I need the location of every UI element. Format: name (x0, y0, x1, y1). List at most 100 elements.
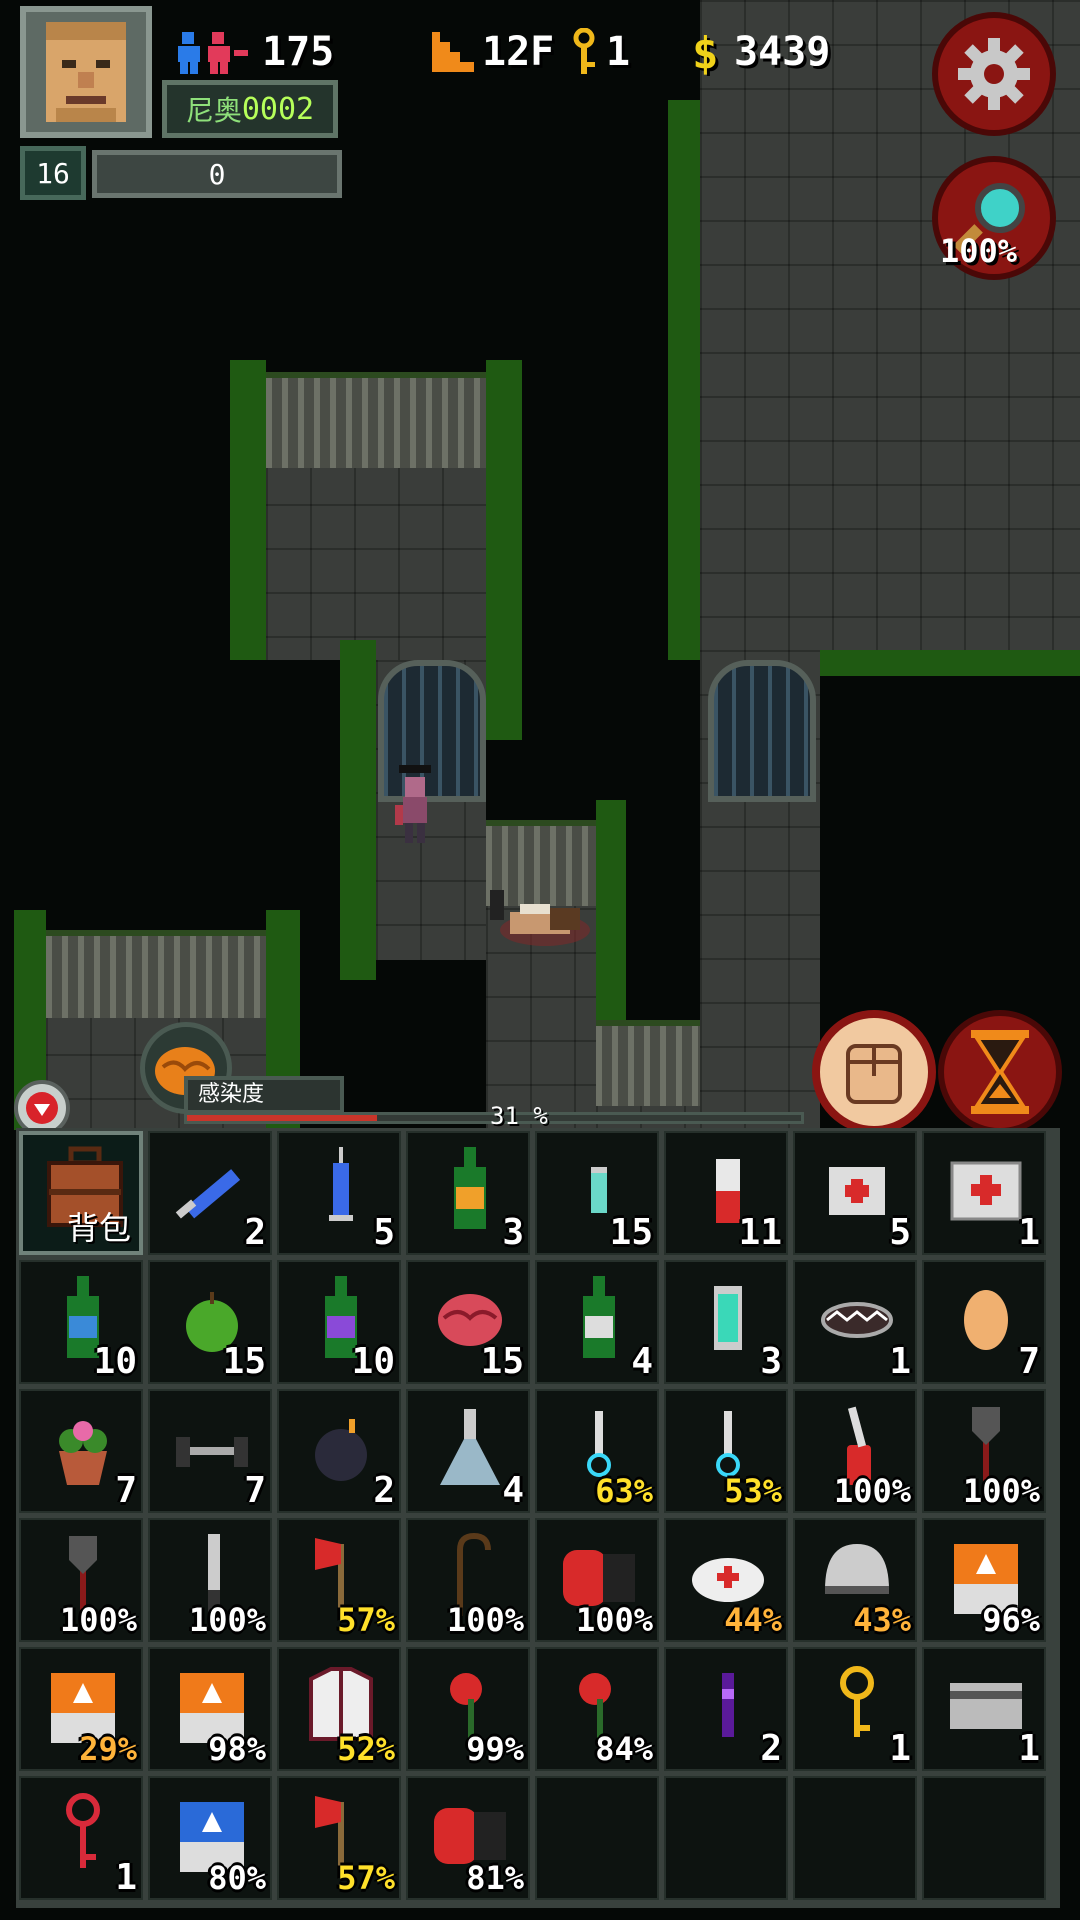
item-quantity: 84% (595, 1730, 653, 1768)
inventory-slot[interactable]: 81% (406, 1776, 530, 1900)
inventory-slot[interactable]: 5 (277, 1131, 401, 1255)
item-quantity: 52% (337, 1730, 395, 1768)
inventory-slot[interactable]: 57% (277, 1518, 401, 1642)
inventory-slot[interactable]: 100% (922, 1389, 1046, 1513)
fist-icon (846, 1044, 902, 1104)
backpack-label: 背包 (66, 1209, 131, 1247)
floor-value: 12F (482, 29, 555, 75)
item-quantity: 29% (79, 1730, 137, 1768)
large-syringe-icon (175, 1169, 241, 1219)
item-quantity: 15 (480, 1341, 524, 1382)
inventory-slot[interactable]: 43% (793, 1518, 917, 1642)
moss-edge (230, 360, 266, 660)
inventory-slot[interactable]: 99% (406, 1647, 530, 1771)
railing-wall (266, 372, 486, 468)
moss-edge (820, 650, 1080, 676)
item-quantity: 100% (446, 1601, 524, 1639)
inventory-slot[interactable]: 4 (535, 1260, 659, 1384)
backpack-button[interactable]: 背包 (19, 1131, 143, 1255)
inventory-slot[interactable]: 7 (148, 1389, 272, 1513)
inventory-slot[interactable]: 52% (277, 1647, 401, 1771)
inventory-slot[interactable]: 3 (664, 1260, 788, 1384)
inventory-slot[interactable]: 15 (535, 1131, 659, 1255)
bandage-box-icon (829, 1167, 885, 1215)
item-quantity: 3 (760, 1341, 782, 1382)
railing-wall (596, 1020, 700, 1106)
inventory-slot[interactable]: 1 (922, 1131, 1046, 1255)
railing-wall (46, 930, 266, 1018)
player-portrait[interactable] (20, 6, 152, 138)
item-quantity: 2 (373, 1470, 395, 1511)
inventory-slot[interactable]: 100% (793, 1389, 917, 1513)
money-counter: $ 3439 (688, 22, 830, 82)
inventory-slot[interactable]: 2 (148, 1131, 272, 1255)
attack-button[interactable] (812, 1010, 936, 1134)
iron-gate[interactable] (708, 660, 816, 802)
first-aid-kit-icon (950, 1161, 1022, 1221)
item-quantity: 7 (1018, 1341, 1040, 1382)
inventory-slot[interactable]: 84% (535, 1647, 659, 1771)
inventory-slot[interactable]: 10 (19, 1260, 143, 1384)
inventory-slot-empty[interactable] (664, 1776, 788, 1900)
item-quantity: 1 (1018, 1212, 1040, 1253)
inventory-slot[interactable]: 1 (793, 1260, 917, 1384)
item-quantity: 4 (502, 1470, 524, 1511)
inventory-slot[interactable]: 11 (664, 1131, 788, 1255)
experience-value: 0 (208, 157, 226, 191)
inventory-slot[interactable]: 57% (277, 1776, 401, 1900)
inventory-slot-empty[interactable] (793, 1776, 917, 1900)
inventory-slot[interactable]: 29% (19, 1647, 143, 1771)
inventory-slot[interactable]: 100% (535, 1518, 659, 1642)
corpse[interactable] (490, 890, 590, 950)
inventory-slot[interactable]: 98% (148, 1647, 272, 1771)
inventory-slot[interactable]: 2 (277, 1389, 401, 1513)
floor-counter: 12F (430, 22, 554, 82)
settings-button[interactable] (932, 12, 1056, 136)
svg-text:$: $ (692, 28, 719, 76)
item-quantity: 2 (244, 1212, 266, 1253)
item-quantity: 15 (222, 1341, 266, 1382)
inventory-slot-empty[interactable] (535, 1776, 659, 1900)
inventory-slot[interactable]: 1 (922, 1647, 1046, 1771)
floor-area (266, 460, 486, 660)
inventory-slot[interactable]: 15 (148, 1260, 272, 1384)
inventory-slot[interactable]: 80% (148, 1776, 272, 1900)
inventory-slot[interactable]: 1 (19, 1776, 143, 1900)
moss-edge (596, 800, 626, 1020)
inventory-slot[interactable]: 53% (664, 1389, 788, 1513)
inventory-slot[interactable]: 7 (922, 1260, 1046, 1384)
inventory-slot[interactable]: 100% (148, 1518, 272, 1642)
item-quantity: 100% (575, 1601, 653, 1639)
inventory-slot[interactable]: 100% (19, 1518, 143, 1642)
inventory-slot[interactable]: 63% (535, 1389, 659, 1513)
inventory-slot[interactable]: 3 (406, 1131, 530, 1255)
moss-edge (668, 100, 700, 660)
inventory-slot[interactable]: 44% (664, 1518, 788, 1642)
inventory-slot[interactable]: 7 (19, 1389, 143, 1513)
stairs-icon (432, 32, 474, 72)
inventory-slot[interactable]: 1 (793, 1647, 917, 1771)
avatar (46, 22, 126, 122)
inventory-slot[interactable]: 5 (793, 1131, 917, 1255)
green-bottle-icon (583, 1276, 615, 1358)
infection-percent: 31 % (490, 1102, 548, 1130)
inventory-slot[interactable]: 100% (406, 1518, 530, 1642)
item-quantity: 100% (833, 1472, 911, 1510)
item-quantity: 44% (724, 1601, 782, 1639)
inventory-grid: 背包 2 5 3 15 11 5 1 10 15 10 15 4 3 1 7 7 7 2 4 63% 53% 100% 10… (16, 1128, 1049, 1903)
wait-button[interactable] (938, 1010, 1062, 1134)
inventory-slot[interactable]: 15 (406, 1260, 530, 1384)
zombie-enemy[interactable] (395, 765, 435, 845)
inventory-slot[interactable]: 2 (664, 1647, 788, 1771)
moss-edge (340, 640, 376, 980)
item-quantity: 100% (59, 1601, 137, 1639)
item-quantity: 1 (1018, 1728, 1040, 1769)
bomb-icon (315, 1419, 367, 1481)
inventory-slot-empty[interactable] (922, 1776, 1046, 1900)
item-quantity: 81% (466, 1859, 524, 1897)
inventory-slot[interactable]: 96% (922, 1518, 1046, 1642)
item-quantity: 80% (208, 1859, 266, 1897)
arrow-down-icon (26, 1092, 58, 1124)
inventory-slot[interactable]: 10 (277, 1260, 401, 1384)
inventory-slot[interactable]: 4 (406, 1389, 530, 1513)
